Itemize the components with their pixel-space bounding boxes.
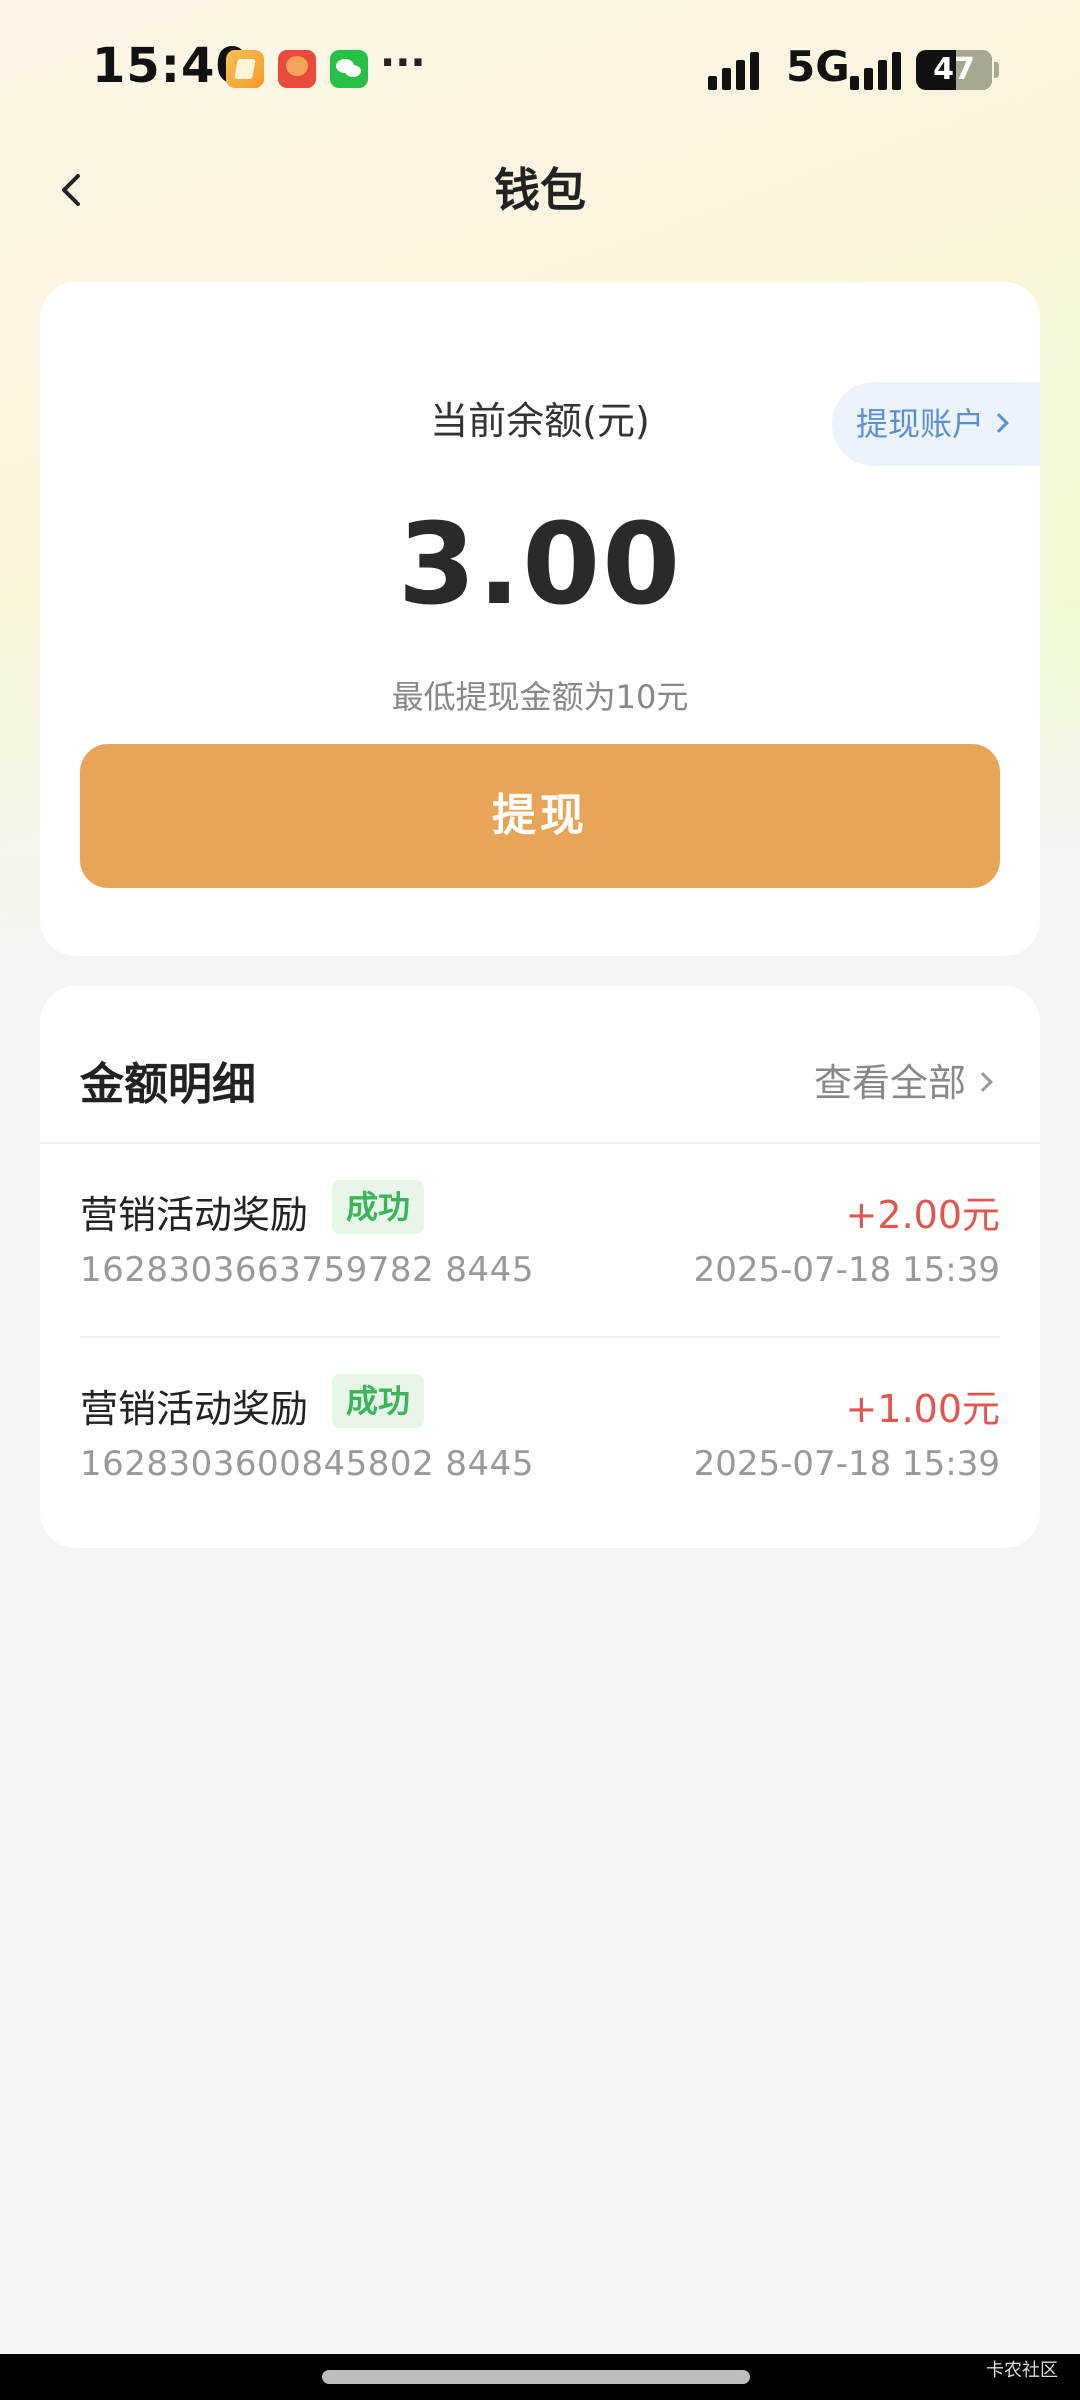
status-badge: 成功 bbox=[332, 1180, 425, 1234]
watermark: 卡农社区 bbox=[986, 2360, 1058, 2381]
balance-amount: 3.00 bbox=[397, 500, 683, 630]
transaction-row[interactable]: 营销活动奖励 成功 +2.00元 1628303663759782 8445 2… bbox=[80, 1180, 1000, 1374]
transaction-name: 营销活动奖励 bbox=[80, 1387, 309, 1431]
amount-details-card: 金额明细 查看全部 营销活动奖励 成功 +2.00元 1628303663759… bbox=[40, 986, 1040, 1548]
cellular-signal-icon bbox=[708, 52, 759, 90]
chevron-right-icon bbox=[989, 413, 1009, 433]
wallet-page: 15:40 ··· 5G 47 钱包 当前余额(元) 提现账户 3.00 最低提… bbox=[0, 0, 1080, 2400]
wechat-icon bbox=[330, 50, 368, 88]
game-app-icon bbox=[278, 50, 316, 88]
battery-icon: 47 bbox=[916, 50, 992, 90]
transaction-name: 营销活动奖励 bbox=[80, 1193, 309, 1237]
details-title: 金额明细 bbox=[80, 1059, 256, 1110]
back-button[interactable] bbox=[44, 160, 104, 220]
more-notifications-icon: ··· bbox=[380, 40, 426, 86]
transaction-time: 2025-07-18 15:39 bbox=[693, 1250, 1000, 1290]
status-bar: 15:40 ··· 5G 47 bbox=[0, 0, 1080, 140]
view-all-button[interactable]: 查看全部 bbox=[813, 1052, 993, 1107]
battery-tip bbox=[994, 62, 999, 78]
status-badge: 成功 bbox=[332, 1374, 425, 1428]
transaction-id: 1628303600845802 8445 bbox=[80, 1444, 534, 1484]
transaction-row[interactable]: 营销活动奖励 成功 +1.00元 1628303600845802 8445 2… bbox=[80, 1374, 1000, 1568]
notes-app-icon bbox=[226, 50, 264, 88]
page-title: 钱包 bbox=[494, 163, 586, 217]
chevron-right-icon bbox=[973, 1071, 993, 1092]
transaction-amount: +1.00元 bbox=[845, 1387, 1000, 1431]
withdraw-account-label: 提现账户 bbox=[856, 405, 985, 443]
home-indicator[interactable] bbox=[322, 2370, 750, 2384]
transaction-id: 1628303663759782 8445 bbox=[80, 1250, 534, 1290]
min-withdraw-hint: 最低提现金额为10元 bbox=[391, 678, 689, 716]
balance-card: 当前余额(元) 提现账户 3.00 最低提现金额为10元 提现 bbox=[40, 282, 1040, 956]
cellular-signal-icon-2 bbox=[850, 52, 901, 90]
withdraw-account-button[interactable]: 提现账户 bbox=[832, 382, 1040, 466]
details-divider bbox=[40, 1142, 1040, 1144]
transaction-time: 2025-07-18 15:39 bbox=[693, 1444, 1000, 1484]
row-divider bbox=[80, 1336, 1000, 1338]
transaction-amount: +2.00元 bbox=[845, 1193, 1000, 1237]
view-all-label: 查看全部 bbox=[813, 1061, 966, 1105]
battery-level: 47 bbox=[933, 52, 975, 87]
network-type: 5G bbox=[786, 42, 850, 91]
withdraw-button[interactable]: 提现 bbox=[80, 744, 1000, 888]
chevron-left-icon bbox=[62, 174, 80, 206]
